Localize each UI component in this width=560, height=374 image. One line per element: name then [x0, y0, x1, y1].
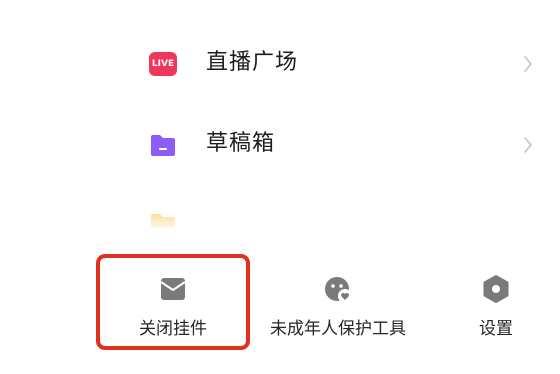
folder-icon [151, 135, 175, 156]
folder-icon-partial [151, 214, 175, 228]
bottom-tool-bar: 关闭挂件 未成年人保护工具 设置 [0, 236, 560, 374]
minor-protection-icon [325, 277, 352, 303]
chevron-right-icon [524, 56, 532, 72]
close-widget-button[interactable]: 关闭挂件 [108, 236, 238, 356]
widget-box-icon [160, 278, 186, 300]
live-icon: LIVE [149, 52, 177, 76]
menu-item-partial [0, 196, 560, 228]
minor-protection-button[interactable]: 未成年人保护工具 [260, 236, 416, 356]
minor-protection-label: 未成年人保护工具 [270, 319, 406, 339]
chevron-right-icon [524, 137, 532, 153]
menu-item-live-plaza[interactable]: LIVE 直播广场 [0, 34, 560, 94]
close-widget-label: 关闭挂件 [139, 319, 207, 339]
menu-item-label: 草稿箱 [206, 131, 276, 156]
settings-label: 设置 [479, 319, 513, 339]
menu-item-drafts[interactable]: 草稿箱 [0, 115, 560, 175]
settings-hexagon-icon [483, 275, 509, 303]
menu-list: LIVE 直播广场 草稿箱 [0, 0, 560, 228]
menu-item-label: 直播广场 [206, 50, 299, 75]
settings-button[interactable]: 设置 [460, 236, 532, 356]
